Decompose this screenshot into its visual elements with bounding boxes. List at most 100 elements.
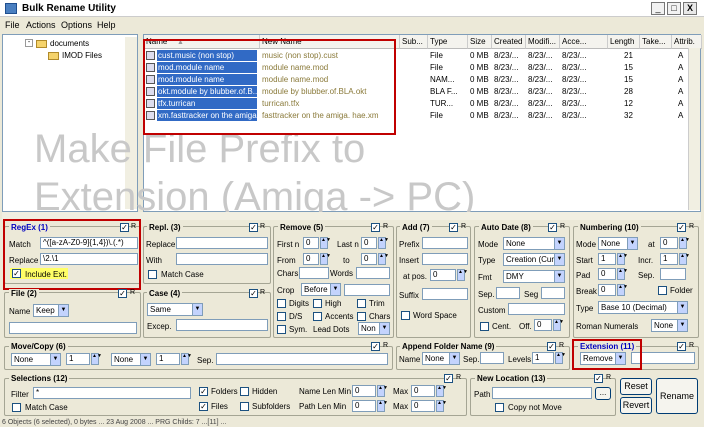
- digits-checkbox[interactable]: [277, 299, 286, 308]
- append-levels-spinner[interactable]: ▲▼: [555, 352, 566, 364]
- maximize-button[interactable]: □: [667, 2, 681, 15]
- numbering-at-spinner[interactable]: ▲▼: [679, 237, 690, 249]
- movecopy-sep-input[interactable]: [216, 353, 388, 365]
- chars-input[interactable]: [299, 267, 329, 279]
- autodate-enable-checkbox[interactable]: ✓: [548, 223, 557, 232]
- repl-match-case-checkbox[interactable]: [148, 270, 157, 279]
- from-input[interactable]: 0: [303, 253, 319, 265]
- numbering-at-input[interactable]: 0: [660, 237, 678, 249]
- menu-options[interactable]: Options: [61, 20, 92, 30]
- autodate-off-spinner[interactable]: ▲▼: [553, 319, 564, 331]
- file-name-select[interactable]: Keep ▼: [33, 304, 69, 317]
- numbering-start-spinner[interactable]: ▲▼: [617, 253, 628, 265]
- numbering-mode-select[interactable]: None ▼: [598, 237, 638, 250]
- numbering-incr-input[interactable]: 1: [660, 253, 678, 265]
- autodate-custom-input[interactable]: [508, 303, 565, 315]
- trim-checkbox[interactable]: [357, 299, 366, 308]
- numbering-break-input[interactable]: 0: [598, 284, 616, 296]
- autodate-cent-checkbox[interactable]: [480, 322, 489, 331]
- column-header-accessed[interactable]: Acce...: [560, 35, 608, 49]
- numbering-sep-input[interactable]: [660, 268, 686, 280]
- words-input[interactable]: [356, 267, 390, 279]
- chars2-checkbox[interactable]: [357, 312, 366, 321]
- newloc-enable-checkbox[interactable]: ✓: [594, 374, 603, 383]
- name-len-max-spinner[interactable]: ▲▼: [436, 385, 447, 397]
- repl-with-input[interactable]: [176, 253, 268, 265]
- files-checkbox[interactable]: ✓: [199, 402, 208, 411]
- numbering-type-select[interactable]: Base 10 (Decimal) ▼: [598, 301, 688, 314]
- add-enable-checkbox[interactable]: ✓: [449, 223, 458, 232]
- sym-checkbox[interactable]: [277, 325, 286, 334]
- autodate-fmt-select[interactable]: DMY ▼: [503, 270, 565, 283]
- browse-button[interactable]: ...: [595, 387, 611, 400]
- menu-help[interactable]: Help: [97, 20, 116, 30]
- autodate-off-input[interactable]: 0: [534, 319, 552, 331]
- copy-not-move-checkbox[interactable]: [495, 403, 504, 412]
- append-enable-checkbox[interactable]: ✓: [547, 342, 556, 351]
- selections-match-case-checkbox[interactable]: [12, 403, 21, 412]
- collapse-icon[interactable]: -: [25, 39, 33, 47]
- case-excep-input[interactable]: [176, 319, 268, 331]
- from-spinner[interactable]: ▲▼: [320, 253, 331, 265]
- to-spinner[interactable]: ▲▼: [378, 253, 389, 265]
- path-len-min-spinner[interactable]: ▲▼: [377, 400, 388, 412]
- movecopy-select-1[interactable]: None ▼: [11, 353, 61, 366]
- roman-numerals-select[interactable]: None ▼: [651, 319, 688, 332]
- autodate-seg-input[interactable]: [541, 287, 565, 299]
- menu-file[interactable]: File: [5, 20, 20, 30]
- numbering-start-input[interactable]: 1: [598, 253, 616, 265]
- movecopy-enable-checkbox[interactable]: ✓: [371, 342, 380, 351]
- menu-actions[interactable]: Actions: [26, 20, 56, 30]
- newloc-path-input[interactable]: [492, 387, 592, 399]
- autodate-type-select[interactable]: Creation (Cur ▼: [503, 253, 565, 266]
- close-button[interactable]: X: [683, 2, 697, 15]
- crop-select[interactable]: Before ▼: [301, 283, 341, 296]
- minimize-button[interactable]: _: [651, 2, 665, 15]
- path-len-max-input[interactable]: 0: [411, 400, 435, 412]
- append-sep-input[interactable]: [480, 352, 504, 364]
- name-len-max-input[interactable]: 0: [411, 385, 435, 397]
- numbering-pad-input[interactable]: 0: [598, 268, 616, 280]
- tree-item-imod-files[interactable]: IMOD Files: [62, 51, 102, 60]
- numbering-folder-checkbox[interactable]: [658, 286, 667, 295]
- folders-checkbox[interactable]: ✓: [199, 387, 208, 396]
- tree-item-documents[interactable]: documents: [50, 39, 89, 48]
- suffix-input[interactable]: [422, 288, 468, 300]
- at-pos-input[interactable]: 0: [430, 269, 456, 281]
- high-checkbox[interactable]: [313, 299, 322, 308]
- file-name-input[interactable]: [9, 322, 137, 334]
- remove-reset[interactable]: R: [383, 223, 388, 230]
- name-len-min-spinner[interactable]: ▲▼: [377, 385, 388, 397]
- extension-enable-checkbox[interactable]: ✓: [677, 342, 686, 351]
- lead-dots-select[interactable]: Non ▼: [358, 322, 390, 335]
- column-header-modified[interactable]: Modifi...: [526, 35, 560, 49]
- first-n-input[interactable]: 0: [303, 237, 319, 249]
- case-reset[interactable]: R: [260, 289, 265, 296]
- column-header-created[interactable]: Created: [492, 35, 526, 49]
- movecopy-count-2[interactable]: 1: [156, 353, 180, 365]
- numbering-enable-checkbox[interactable]: ✓: [677, 223, 686, 232]
- first-n-spinner[interactable]: ▲▼: [320, 237, 331, 249]
- remove-enable-checkbox[interactable]: ✓: [371, 223, 380, 232]
- column-header-taken[interactable]: Take...: [640, 35, 672, 49]
- file-reset[interactable]: R: [130, 289, 135, 296]
- movecopy-spinner-2[interactable]: ▲▼: [181, 353, 192, 365]
- column-header-size[interactable]: Size: [468, 35, 492, 49]
- repl-reset[interactable]: R: [260, 223, 265, 230]
- reset-button[interactable]: Reset: [620, 378, 652, 395]
- subfolders-checkbox[interactable]: [240, 402, 249, 411]
- file-list[interactable]: Name ▲ New Name Sub... Type Size Created…: [34, 34, 702, 219]
- insert-input[interactable]: [422, 253, 468, 265]
- hidden-checkbox[interactable]: [240, 387, 249, 396]
- case-select[interactable]: Same ▼: [147, 303, 203, 316]
- filter-input[interactable]: *: [33, 387, 191, 399]
- autodate-mode-select[interactable]: None ▼: [503, 237, 565, 250]
- last-n-input[interactable]: 0: [361, 237, 377, 249]
- repl-replace-input[interactable]: [176, 237, 268, 249]
- movecopy-select-2[interactable]: None ▼: [111, 353, 151, 366]
- append-levels-input[interactable]: 1: [532, 352, 554, 364]
- repl-enable-checkbox[interactable]: ✓: [249, 223, 258, 232]
- rename-button[interactable]: Rename: [656, 378, 698, 414]
- last-n-spinner[interactable]: ▲▼: [378, 237, 389, 249]
- column-header-type[interactable]: Type: [428, 35, 468, 49]
